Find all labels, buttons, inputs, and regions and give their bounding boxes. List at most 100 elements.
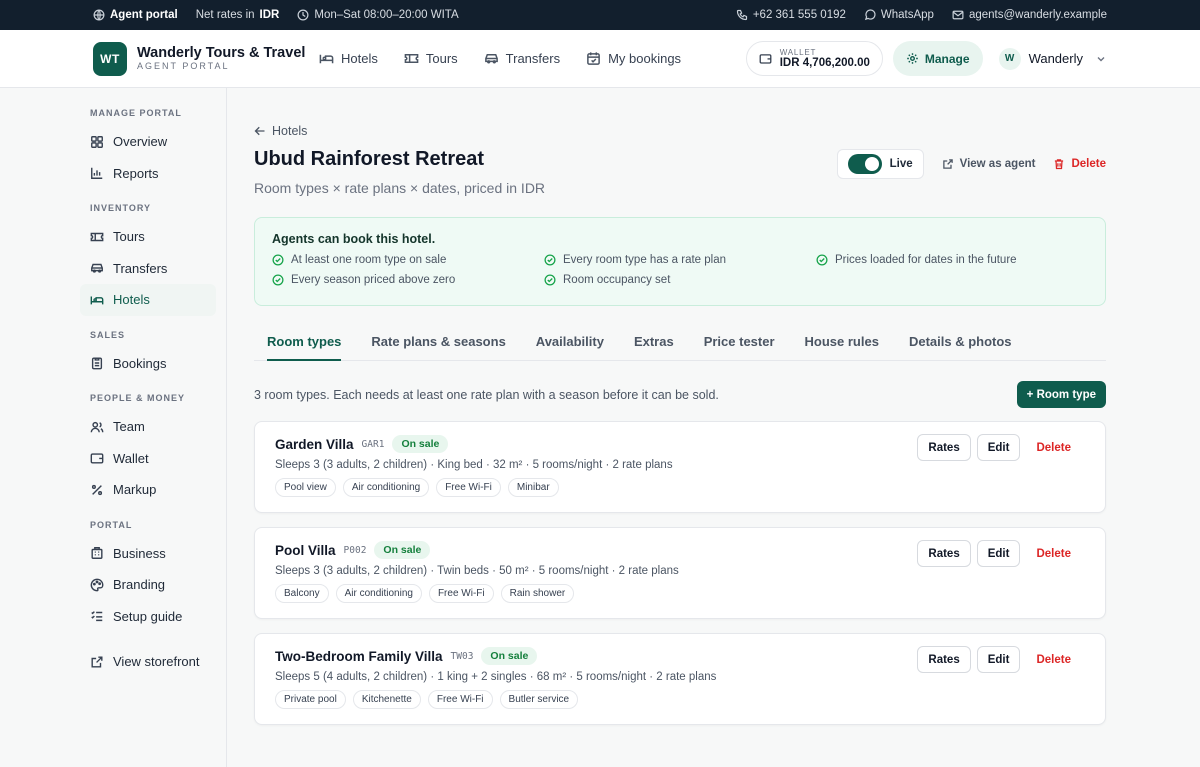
sidebar-label-business: Business: [113, 545, 166, 561]
rates-button[interactable]: Rates: [917, 434, 971, 461]
net-rates-info: Net rates in IDR: [196, 9, 280, 21]
clock-icon: [297, 9, 309, 21]
nav-transfers[interactable]: Transfers: [484, 51, 560, 66]
brand[interactable]: WT Wanderly Tours & Travel AGENT PORTAL: [93, 41, 319, 76]
room-type-card: Garden Villa GAR1 On sale Sleeps 3 (3 ad…: [254, 421, 1106, 513]
readiness-check-label: At least one room type on sale: [291, 254, 447, 266]
brand-logo: WT: [93, 41, 127, 76]
sidebar-item-reports[interactable]: Reports: [80, 158, 216, 190]
car-icon: [91, 264, 103, 273]
sidebar-label-transfers: Transfers: [113, 260, 168, 276]
check-circle-icon: [272, 274, 284, 286]
room-types-summary: 3 room types. Each needs at least one ra…: [254, 387, 719, 402]
sidebar-item-hotels[interactable]: Hotels: [80, 284, 216, 316]
edit-button[interactable]: Edit: [976, 434, 1021, 461]
check-circle-icon: [544, 254, 556, 266]
ticket-icon: [90, 232, 104, 241]
tab-extras[interactable]: Extras: [634, 326, 674, 361]
view-as-agent-label: View as agent: [959, 158, 1036, 170]
user-menu[interactable]: W Wanderly: [993, 47, 1107, 70]
mail-icon: [952, 10, 964, 20]
nav-tours[interactable]: Tours: [404, 51, 458, 66]
nav-tours-label: Tours: [425, 51, 458, 66]
manage-button[interactable]: Manage: [892, 41, 983, 76]
tab-availability[interactable]: Availability: [536, 326, 604, 361]
brand-subtitle: AGENT PORTAL: [137, 61, 230, 71]
section-sales: SALES: [90, 329, 126, 340]
live-toggle[interactable]: Live: [836, 149, 924, 179]
manage-label: Manage: [924, 51, 970, 66]
edit-button[interactable]: Edit: [976, 646, 1021, 673]
rates-button[interactable]: Rates: [917, 646, 971, 673]
tab-room-types[interactable]: Room types: [267, 326, 342, 361]
nav-my-bookings[interactable]: My bookings: [586, 51, 681, 66]
avatar: W: [998, 47, 1021, 70]
sidebar-item-markup[interactable]: Markup: [80, 474, 216, 506]
sidebar-item-wallet[interactable]: Wallet: [80, 443, 216, 475]
sidebar-item-team[interactable]: Team: [80, 411, 216, 443]
tab-details-photos[interactable]: Details & photos: [909, 326, 1012, 361]
readiness-heading: Agents can book this hotel.: [272, 232, 436, 246]
sidebar-item-bookings[interactable]: Bookings: [80, 348, 216, 380]
tab-rate-plans-seasons[interactable]: Rate plans & seasons: [371, 326, 505, 361]
sidebar-label-view-storefront: View storefront: [113, 654, 200, 670]
amenity-tag: Private pool: [275, 690, 346, 709]
sidebar-item-view-storefront[interactable]: View storefront: [80, 646, 216, 678]
room-type-name: Garden Villa: [275, 436, 354, 452]
view-as-agent-link[interactable]: View as agent: [942, 158, 1036, 170]
check-circle-icon: [544, 274, 556, 286]
status-badge: On sale: [481, 647, 538, 665]
amenity-tag: Butler service: [499, 690, 579, 709]
readiness-check-label: Every season priced above zero: [291, 274, 456, 286]
rates-button[interactable]: Rates: [917, 540, 971, 567]
readiness-check: At least one room type on sale: [272, 254, 544, 266]
user-name: Wanderly: [1028, 51, 1083, 66]
sidebar-item-business[interactable]: Business: [80, 538, 216, 570]
wallet-balance[interactable]: WALLET IDR 4,706,200.00: [745, 41, 883, 76]
palette-icon: [90, 578, 104, 592]
section-people-money: PEOPLE & MONEY: [90, 393, 186, 403]
tab-house-rules[interactable]: House rules: [805, 326, 879, 361]
room-type-code: P002: [343, 544, 367, 556]
car-icon: [484, 54, 498, 64]
edit-button[interactable]: Edit: [976, 540, 1021, 567]
readiness-check: Every season priced above zero: [272, 274, 544, 286]
arrow-left-icon: [254, 126, 265, 136]
whatsapp-link[interactable]: WhatsApp: [864, 9, 934, 21]
tab-price-tester[interactable]: Price tester: [704, 326, 775, 361]
phone-link[interactable]: +62 361 555 0192: [736, 9, 846, 21]
amenity-tag: Air conditioning: [342, 478, 430, 497]
main-content: Hotels Ubud Rainforest Retreat Room type…: [227, 88, 1200, 767]
delete-button[interactable]: Delete: [1026, 540, 1085, 567]
room-type-code: GAR1: [361, 438, 385, 450]
wallet-icon: [90, 453, 104, 464]
readiness-check-label: Room occupancy set: [563, 274, 671, 286]
section-manage-portal: MANAGE PORTAL: [90, 108, 182, 118]
calendar-check-icon: [587, 52, 600, 65]
nav-transfers-label: Transfers: [505, 51, 561, 66]
business-hours-label: Mon–Sat 08:00–20:00 WITA: [314, 9, 459, 21]
delete-button[interactable]: Delete: [1026, 646, 1085, 673]
nav-hotels-label: Hotels: [341, 51, 378, 66]
sidebar-item-setup-guide[interactable]: Setup guide: [80, 601, 216, 633]
add-room-type-button[interactable]: + Room type: [1016, 381, 1106, 408]
live-switch[interactable]: [847, 154, 882, 174]
agent-portal-label: Agent portal: [110, 9, 178, 21]
sidebar-item-tours[interactable]: Tours: [80, 221, 216, 253]
users-icon: [90, 421, 104, 433]
back-to-hotels-link[interactable]: Hotels: [254, 124, 1106, 138]
delete-hotel-button[interactable]: Delete: [1053, 158, 1106, 170]
agent-portal-link[interactable]: Agent portal: [93, 9, 178, 21]
sidebar-item-transfers[interactable]: Transfers: [80, 253, 216, 285]
amenity-tag: Free Wi-Fi: [436, 478, 501, 497]
bed-icon: [90, 296, 104, 305]
section-portal: PORTAL: [90, 519, 133, 530]
nav-hotels[interactable]: Hotels: [319, 51, 378, 66]
email-link[interactable]: agents@wanderly.example: [952, 9, 1107, 21]
delete-button[interactable]: Delete: [1026, 434, 1085, 461]
check-circle-icon: [816, 254, 828, 266]
sidebar-label-bookings: Bookings: [113, 355, 167, 371]
sidebar-item-branding[interactable]: Branding: [80, 569, 216, 601]
sidebar-item-overview[interactable]: Overview: [80, 126, 216, 158]
sidebar-label-team: Team: [113, 419, 145, 435]
